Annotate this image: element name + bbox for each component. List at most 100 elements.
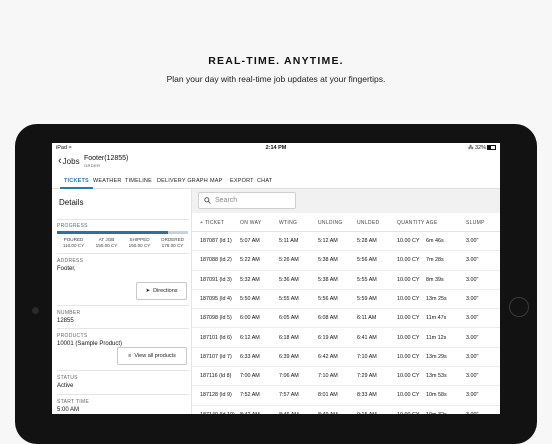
table-row[interactable]: 187087 (ld 1) 5:07 AM 5:11 AM 5:12 AM 5:28 A…	[192, 232, 500, 252]
progress-fill	[57, 231, 169, 234]
view-products-label: View all products	[134, 353, 176, 359]
table-cell: 187107 (ld 7)	[200, 353, 232, 360]
step-at-job: AT JOB 150.00 CY	[95, 237, 118, 249]
tickets-table: Search + TICKET ON WAY WTING UNLDING UNLDED Q…	[192, 189, 500, 414]
address-label: ADDRESS	[57, 258, 84, 264]
tab-delivery-graph[interactable]: DELIVERY GRAPH	[157, 178, 208, 184]
tab-timeline[interactable]: TIMELINE	[125, 178, 152, 184]
table-row[interactable]: 187128 (ld 9) 7:52 AM 7:57 AM 8:01 AM 8:33 A…	[192, 386, 500, 406]
table-cell: 7:00 AM	[240, 373, 260, 380]
order-title: Footer(12855)	[84, 155, 129, 162]
table-cell: 187091 (ld 3)	[200, 276, 232, 283]
table-cell: 10.00 CY	[397, 295, 420, 302]
table-cell: 5:32 AM	[240, 276, 260, 283]
search-bar: Search	[192, 189, 500, 213]
table-cell: 187088 (ld 2)	[200, 257, 232, 264]
table-cell: 10.00 CY	[397, 334, 420, 341]
table-cell: 11m 47s	[426, 315, 447, 322]
step-shipped: SHIPPED 150.00 CY	[128, 237, 151, 249]
table-cell: 3.00"	[466, 238, 479, 244]
number-value: 12855	[57, 318, 74, 324]
table-cell: 6:41 AM	[357, 334, 377, 341]
table-cell: 8m 39s	[426, 276, 444, 283]
table-cell: 5:38 AM	[318, 276, 338, 283]
table-cell: 3.00"	[466, 392, 479, 399]
tab-chat[interactable]: CHAT	[257, 178, 272, 184]
table-cell: 187128 (ld 9)	[200, 392, 232, 399]
table-cell: 10.00 CY	[397, 315, 420, 322]
table-cell: 5:56 AM	[318, 295, 338, 302]
table-cell: 7:29 AM	[357, 373, 377, 380]
divider	[57, 370, 189, 371]
table-cell: 3.00"	[466, 295, 479, 302]
table-cell: 6:18 AM	[279, 334, 299, 341]
table-cell: 8:01 AM	[318, 392, 338, 399]
status-value: Active	[57, 383, 74, 389]
table-cell: 5:28 AM	[357, 238, 377, 244]
table-cell: 10.00 CY	[397, 238, 420, 244]
table-cell: 10.00 CY	[397, 353, 420, 360]
table-cell: 6:00 AM	[240, 315, 260, 322]
table-row[interactable]: 187107 (ld 7) 6:33 AM 6:39 AM 6:42 AM 7:10 A…	[192, 348, 500, 368]
chevron-left-icon: ‹	[58, 155, 62, 167]
tab-weather[interactable]: WEATHER	[93, 178, 122, 184]
table-row[interactable]: 187098 (ld 5) 6:00 AM 6:05 AM 6:08 AM 6:11 A…	[192, 309, 500, 329]
table-row[interactable]: 187088 (ld 2) 5:22 AM 5:26 AM 5:38 AM 5:56 A…	[192, 251, 500, 271]
table-cell: 5:07 AM	[240, 238, 260, 244]
table-cell: 5:12 AM	[318, 238, 338, 244]
table-cell: 5:55 AM	[357, 276, 377, 283]
column-header: WTING	[279, 220, 298, 226]
table-cell: 13m 25s	[426, 295, 447, 302]
table-cell: 187095 (ld 4)	[200, 295, 232, 302]
table-cell: 3.00"	[466, 353, 479, 360]
products-label: PRODUCTS	[57, 333, 88, 339]
back-button[interactable]: ‹ Jobs	[58, 155, 80, 167]
directions-button[interactable]: ➤ Directions	[136, 282, 187, 300]
number-label: NUMBER	[57, 310, 81, 316]
details-panel: Details PROGRESS POURED 110.00 CY AT JOB 1…	[52, 189, 192, 414]
table-header: + TICKET ON WAY WTING UNLDING UNLDED QUANTITY…	[192, 213, 500, 232]
table-cell: 7m 28s	[426, 257, 444, 264]
table-cell: 5:38 AM	[318, 257, 338, 264]
divider	[57, 305, 189, 306]
table-cell: 5:59 AM	[357, 295, 377, 302]
tab-tickets[interactable]: TICKETS	[60, 178, 93, 189]
progress-steps: POURED 110.00 CY AT JOB 150.00 CY SHIPPED 1…	[57, 237, 189, 249]
progress-label: PROGRESS	[57, 223, 88, 229]
table-cell: 3.00"	[466, 315, 479, 322]
tab-export[interactable]: EXPORT	[230, 178, 254, 184]
table-cell: 6:19 AM	[318, 334, 338, 341]
table-cell: 5:26 AM	[279, 257, 299, 264]
table-cell: 5:22 AM	[240, 257, 260, 264]
bluetooth-icon: ⁂	[467, 145, 474, 151]
address-value: Footer,	[57, 266, 76, 272]
start-time-label: START TIME	[57, 399, 90, 405]
directions-icon: ➤	[145, 288, 151, 294]
column-header: ON WAY	[240, 220, 262, 226]
table-cell: 5:50 AM	[240, 295, 260, 302]
search-input[interactable]: Search	[198, 192, 296, 209]
column-header[interactable]: + TICKET	[200, 220, 224, 226]
table-row[interactable]: 187101 (ld 6) 6:12 AM 6:18 AM 6:19 AM 6:41 A…	[192, 329, 500, 348]
camera-dot	[32, 307, 39, 314]
divider	[57, 219, 189, 220]
column-header: UNLDING	[318, 220, 343, 226]
table-cell: 3.00"	[466, 373, 479, 380]
view-products-button[interactable]: ≡ View all products	[117, 347, 187, 365]
table-cell: 13m 29s	[426, 353, 447, 360]
divider	[57, 394, 189, 395]
table-row[interactable]: 187140 (ld 10)8:42 AM8:46 AM8:49 AM9:15 …	[192, 406, 500, 414]
table-cell: 5:55 AM	[279, 295, 299, 302]
status-bar: iPad ≈ 2:14 PM ⁂ 32%	[52, 143, 500, 152]
list-icon: ≡	[128, 353, 132, 359]
table-row[interactable]: 187116 (ld 8) 7:00 AM 7:06 AM 7:10 AM 7:29 A…	[192, 367, 500, 387]
status-label: STATUS	[57, 375, 78, 381]
table-row[interactable]: 187095 (ld 4) 5:50 AM 5:55 AM 5:56 AM 5:59 A…	[192, 290, 500, 310]
promo-banner: REAL-TIME. ANYTIME. Plan your day with r…	[0, 0, 552, 130]
table-cell: 5:56 AM	[357, 257, 377, 264]
home-button	[509, 297, 529, 317]
table-row[interactable]: 187091 (ld 3) 5:32 AM 5:36 AM 5:38 AM 5:55 A…	[192, 271, 500, 290]
products-value: 10001 (Sample Product)	[57, 341, 123, 347]
tab-map[interactable]: MAP	[210, 178, 223, 184]
promo-headline: REAL-TIME. ANYTIME.	[208, 55, 344, 67]
